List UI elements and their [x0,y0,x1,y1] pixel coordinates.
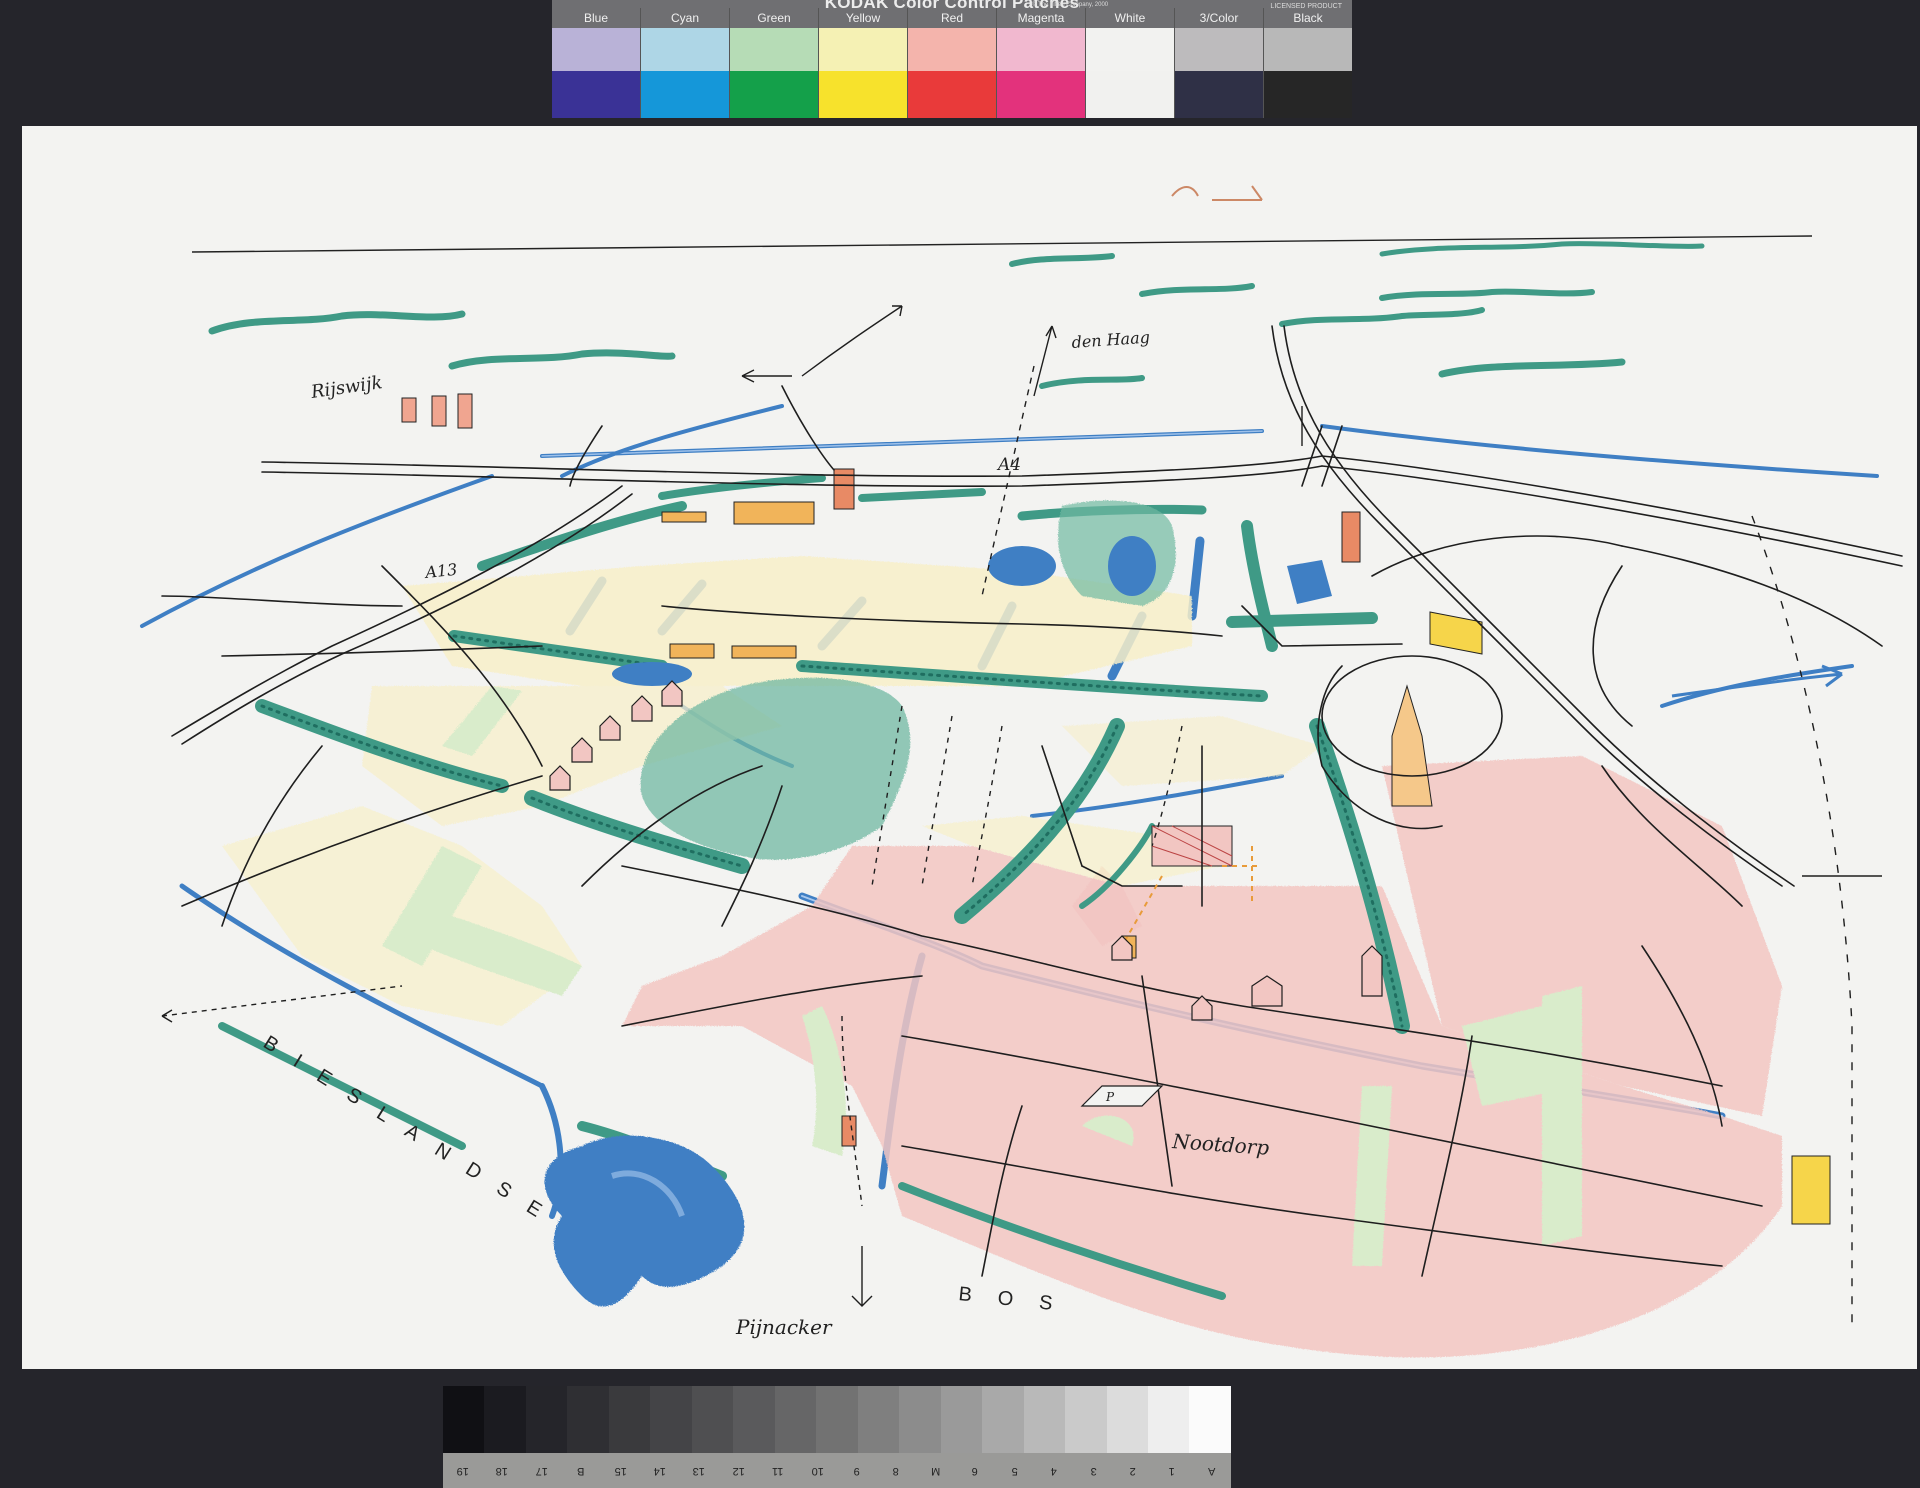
gray-step [608,1386,651,1453]
label-parking: P [1105,1090,1115,1104]
label-rijswijk: Rijswijk [309,372,384,403]
color-patch-row: Blue Cyan Green Yellow Red Magenta White 3/Colo… [552,8,1352,118]
label-den-haag: den Haag [1071,328,1151,352]
gray-number-row: 19 18 17 B 15 14 13 12 11 10 9 8 M 6 5 4 3 2 1 A [443,1453,1231,1488]
color-patch-dark [997,71,1085,118]
color-patch-light [641,28,729,71]
color-strip-licence: LICENSED PRODUCT [1270,3,1342,10]
color-patch: Cyan [641,8,730,118]
gray-step [1189,1386,1231,1453]
color-patch-light [730,28,818,71]
gray-step [1106,1386,1148,1453]
gray-step [525,1386,568,1453]
gray-step-number: 15 [614,1465,627,1477]
gray-step-number: B [577,1465,585,1477]
color-patch: Magenta [997,8,1086,118]
color-patch-dark [730,71,818,118]
label-pijnacker: Pijnacker [735,1315,833,1339]
gray-step [650,1386,692,1453]
gray-step-number: 3 [1090,1465,1097,1477]
gray-step [899,1386,941,1453]
gray-step-number: 9 [853,1465,860,1477]
gray-step-number: 5 [1011,1465,1018,1477]
color-patch-dark [819,71,907,118]
gray-step-number: 4 [1050,1465,1057,1477]
color-patch-light [997,28,1085,71]
drawing-paper: Rijswijk den Haag A4 A13 Nootdorp Pijnac… [22,126,1917,1369]
color-patch: Red [908,8,997,118]
gray-step-number: 2 [1129,1465,1136,1477]
color-patch-dark [1264,71,1352,118]
gray-step-number: 19 [456,1465,469,1477]
color-patch-light [1175,28,1263,71]
gray-step [484,1386,526,1453]
color-patch: Green [730,8,819,118]
gray-step [691,1386,734,1453]
gray-step-number: 17 [535,1465,548,1477]
color-patch-dark [1086,71,1174,118]
gray-step [982,1386,1024,1453]
gray-step [443,1386,485,1453]
color-control-strip: Blue Cyan Green Yellow Red Magenta White 3/Colo… [552,0,1352,118]
gray-scale-strip: 19 18 17 B 15 14 13 12 11 10 9 8 M 6 5 4 3 2 1 A [443,1386,1231,1488]
gray-step-number: 8 [893,1465,900,1477]
color-patch-dark [1175,71,1263,118]
gray-step-number: A [1207,1465,1216,1477]
color-patch-light [819,28,907,71]
gray-step [940,1386,983,1453]
gray-step-number: 10 [811,1465,824,1477]
gray-step [1023,1386,1066,1453]
gray-step-row [443,1386,1231,1453]
color-patch-dark [641,71,729,118]
color-patch-light [552,28,640,71]
gray-step [733,1386,775,1453]
color-patch: Yellow [819,8,908,118]
color-patch: White [1086,8,1175,118]
label-a4: A4 [996,455,1021,475]
color-patch-light [1264,28,1352,71]
gray-step [857,1386,900,1453]
color-patch-dark [552,71,640,118]
gray-step-number: 11 [772,1465,784,1477]
color-strip-copyright: © The Tiffen Company, 2000 [1032,2,1109,8]
gray-step [774,1386,817,1453]
lake [544,1135,745,1307]
gray-step-number: 6 [971,1465,979,1477]
gray-step [1065,1386,1107,1453]
gray-step [816,1386,858,1453]
color-strip-title: KODAK Color Control Patches [824,0,1080,12]
gray-step [567,1386,609,1453]
landscape-sketch: Rijswijk den Haag A4 A13 Nootdorp Pijnac… [140,185,1903,1358]
color-patch: 3/Color [1175,8,1264,118]
gray-step-number: M [931,1465,941,1477]
gray-step-number: 12 [732,1465,745,1477]
gray-step [1147,1386,1190,1453]
color-patch: Black [1264,8,1352,118]
gray-step-number: 14 [653,1465,666,1477]
color-patch-dark [908,71,996,118]
color-patch-light [908,28,996,71]
label-bos: BOS [957,1283,1079,1317]
color-patch: Blue [552,8,641,118]
horizon-and-distant-trees [191,185,1813,389]
label-a13: A13 [422,560,458,582]
gray-step-number: 18 [495,1465,509,1477]
label-bieslandse: BIESLANDSE [259,1032,564,1234]
gray-step-number: 13 [693,1465,706,1477]
gray-step-number: 1 [1168,1465,1176,1477]
color-patch-light [1086,28,1174,71]
